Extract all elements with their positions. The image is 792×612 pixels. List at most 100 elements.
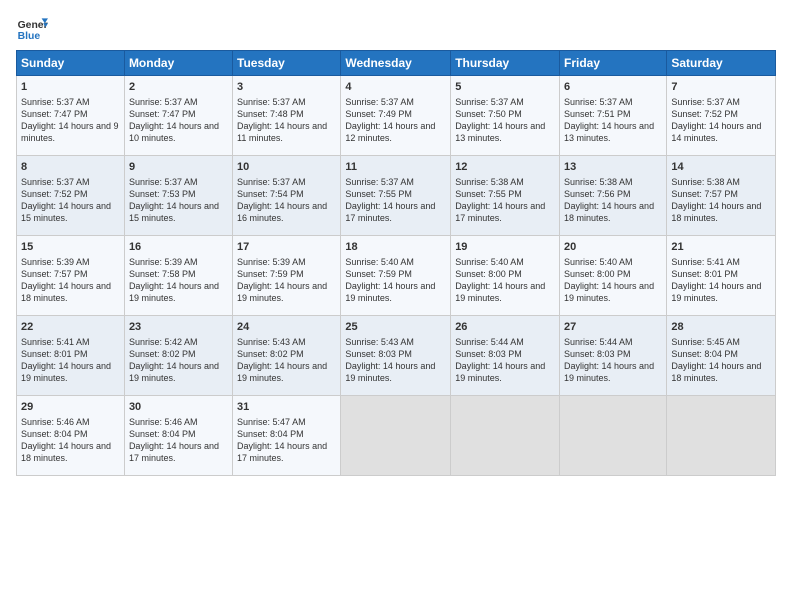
day-number: 18: [345, 240, 446, 255]
sunrise: Sunrise: 5:40 AM: [345, 257, 414, 267]
day-number: 17: [237, 240, 336, 255]
daylight: Daylight: 14 hours and 17 minutes.: [237, 441, 327, 463]
daylight: Daylight: 14 hours and 9 minutes.: [21, 121, 119, 143]
day-number: 2: [129, 80, 228, 95]
daylight: Daylight: 14 hours and 19 minutes.: [455, 281, 545, 303]
calendar-cell: 21Sunrise: 5:41 AMSunset: 8:01 PMDayligh…: [667, 236, 776, 316]
daylight: Daylight: 14 hours and 19 minutes.: [237, 281, 327, 303]
day-number: 11: [345, 160, 446, 175]
calendar-cell: 25Sunrise: 5:43 AMSunset: 8:03 PMDayligh…: [341, 316, 451, 396]
logo: General Blue: [16, 12, 48, 44]
calendar-cell: 8Sunrise: 5:37 AMSunset: 7:52 PMDaylight…: [17, 156, 125, 236]
sunset: Sunset: 7:51 PM: [564, 109, 631, 119]
sunrise: Sunrise: 5:39 AM: [21, 257, 90, 267]
weekday-header: Wednesday: [341, 51, 451, 76]
day-number: 7: [671, 80, 771, 95]
sunset: Sunset: 8:01 PM: [671, 269, 738, 279]
calendar-cell: 27Sunrise: 5:44 AMSunset: 8:03 PMDayligh…: [560, 316, 667, 396]
calendar-cell: 31Sunrise: 5:47 AMSunset: 8:04 PMDayligh…: [233, 396, 341, 476]
day-number: 13: [564, 160, 662, 175]
calendar-cell: 17Sunrise: 5:39 AMSunset: 7:59 PMDayligh…: [233, 236, 341, 316]
daylight: Daylight: 14 hours and 19 minutes.: [129, 281, 219, 303]
weekday-header: Saturday: [667, 51, 776, 76]
sunrise: Sunrise: 5:38 AM: [671, 177, 740, 187]
calendar-cell: [560, 396, 667, 476]
daylight: Daylight: 14 hours and 18 minutes.: [564, 201, 654, 223]
sunrise: Sunrise: 5:40 AM: [564, 257, 633, 267]
weekday-header: Friday: [560, 51, 667, 76]
day-number: 6: [564, 80, 662, 95]
calendar-cell: 7Sunrise: 5:37 AMSunset: 7:52 PMDaylight…: [667, 76, 776, 156]
daylight: Daylight: 14 hours and 19 minutes.: [345, 361, 435, 383]
logo-icon: General Blue: [16, 12, 48, 44]
day-number: 14: [671, 160, 771, 175]
sunset: Sunset: 8:03 PM: [345, 349, 412, 359]
sunrise: Sunrise: 5:37 AM: [237, 177, 306, 187]
day-number: 25: [345, 320, 446, 335]
sunrise: Sunrise: 5:37 AM: [345, 97, 414, 107]
sunrise: Sunrise: 5:43 AM: [237, 337, 306, 347]
day-number: 10: [237, 160, 336, 175]
sunset: Sunset: 7:55 PM: [455, 189, 522, 199]
sunrise: Sunrise: 5:46 AM: [129, 417, 198, 427]
calendar-cell: 1Sunrise: 5:37 AMSunset: 7:47 PMDaylight…: [17, 76, 125, 156]
daylight: Daylight: 14 hours and 18 minutes.: [21, 281, 111, 303]
sunset: Sunset: 8:04 PM: [237, 429, 304, 439]
sunrise: Sunrise: 5:41 AM: [671, 257, 740, 267]
sunrise: Sunrise: 5:37 AM: [564, 97, 633, 107]
day-number: 23: [129, 320, 228, 335]
weekday-header: Thursday: [451, 51, 560, 76]
sunset: Sunset: 7:55 PM: [345, 189, 412, 199]
daylight: Daylight: 14 hours and 17 minutes.: [455, 201, 545, 223]
daylight: Daylight: 14 hours and 19 minutes.: [564, 361, 654, 383]
sunset: Sunset: 8:04 PM: [21, 429, 88, 439]
daylight: Daylight: 14 hours and 11 minutes.: [237, 121, 327, 143]
calendar-cell: 16Sunrise: 5:39 AMSunset: 7:58 PMDayligh…: [124, 236, 232, 316]
weekday-header: Sunday: [17, 51, 125, 76]
sunset: Sunset: 7:54 PM: [237, 189, 304, 199]
daylight: Daylight: 14 hours and 19 minutes.: [564, 281, 654, 303]
sunset: Sunset: 7:50 PM: [455, 109, 522, 119]
weekday-header: Tuesday: [233, 51, 341, 76]
day-number: 29: [21, 400, 120, 415]
daylight: Daylight: 14 hours and 19 minutes.: [455, 361, 545, 383]
day-number: 12: [455, 160, 555, 175]
sunset: Sunset: 7:56 PM: [564, 189, 631, 199]
day-number: 20: [564, 240, 662, 255]
sunrise: Sunrise: 5:37 AM: [129, 97, 198, 107]
calendar-cell: 10Sunrise: 5:37 AMSunset: 7:54 PMDayligh…: [233, 156, 341, 236]
sunset: Sunset: 8:00 PM: [564, 269, 631, 279]
sunrise: Sunrise: 5:44 AM: [564, 337, 633, 347]
sunrise: Sunrise: 5:45 AM: [671, 337, 740, 347]
calendar-cell: [451, 396, 560, 476]
day-number: 3: [237, 80, 336, 95]
sunrise: Sunrise: 5:37 AM: [21, 177, 90, 187]
weekday-header: Monday: [124, 51, 232, 76]
svg-text:Blue: Blue: [18, 31, 41, 42]
daylight: Daylight: 14 hours and 19 minutes.: [237, 361, 327, 383]
calendar-cell: 6Sunrise: 5:37 AMSunset: 7:51 PMDaylight…: [560, 76, 667, 156]
calendar-cell: 14Sunrise: 5:38 AMSunset: 7:57 PMDayligh…: [667, 156, 776, 236]
day-number: 28: [671, 320, 771, 335]
day-number: 4: [345, 80, 446, 95]
sunrise: Sunrise: 5:47 AM: [237, 417, 306, 427]
calendar-cell: 15Sunrise: 5:39 AMSunset: 7:57 PMDayligh…: [17, 236, 125, 316]
daylight: Daylight: 14 hours and 18 minutes.: [671, 201, 761, 223]
sunset: Sunset: 7:57 PM: [21, 269, 88, 279]
sunset: Sunset: 8:02 PM: [237, 349, 304, 359]
sunrise: Sunrise: 5:37 AM: [21, 97, 90, 107]
day-number: 5: [455, 80, 555, 95]
sunset: Sunset: 7:47 PM: [129, 109, 196, 119]
sunrise: Sunrise: 5:37 AM: [671, 97, 740, 107]
sunset: Sunset: 8:04 PM: [671, 349, 738, 359]
sunrise: Sunrise: 5:42 AM: [129, 337, 198, 347]
sunset: Sunset: 8:00 PM: [455, 269, 522, 279]
calendar-cell: [667, 396, 776, 476]
sunset: Sunset: 7:53 PM: [129, 189, 196, 199]
daylight: Daylight: 14 hours and 14 minutes.: [671, 121, 761, 143]
day-number: 8: [21, 160, 120, 175]
calendar-cell: 28Sunrise: 5:45 AMSunset: 8:04 PMDayligh…: [667, 316, 776, 396]
sunset: Sunset: 7:52 PM: [21, 189, 88, 199]
calendar-cell: 29Sunrise: 5:46 AMSunset: 8:04 PMDayligh…: [17, 396, 125, 476]
page: General Blue SundayMondayTuesdayWednesda…: [0, 0, 792, 612]
